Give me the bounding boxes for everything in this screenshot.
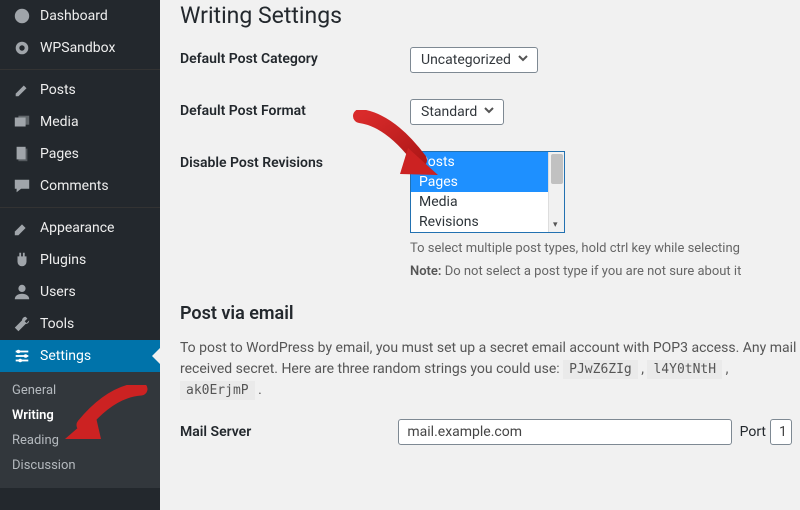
- listbox-scrollbar[interactable]: ▾: [548, 152, 564, 232]
- sidebar-item-comments[interactable]: Comments: [0, 170, 160, 202]
- help-text-note: Note: Do not select a post type if you a…: [410, 264, 741, 279]
- page-title: Writing Settings: [180, 2, 800, 29]
- submenu-label: General: [12, 383, 56, 398]
- submenu-label: Discussion: [12, 458, 76, 473]
- sidebar-item-users[interactable]: Users: [0, 276, 160, 308]
- sidebar-item-label: Pages: [40, 146, 79, 162]
- sidebar-item-label: WPSandbox: [40, 40, 115, 56]
- media-icon: [12, 113, 32, 131]
- sidebar-item-plugins[interactable]: Plugins: [0, 244, 160, 276]
- admin-sidebar: Dashboard WPSandbox Posts Media Pages Co…: [0, 0, 160, 510]
- pages-icon: [12, 145, 32, 163]
- sandbox-icon: [12, 39, 32, 57]
- email-desc-post: .: [255, 382, 262, 398]
- listbox-disable-revisions[interactable]: Posts Pages Media Revisions ▾: [410, 151, 565, 233]
- row-default-format: Default Post Format Standard: [180, 99, 800, 125]
- submenu-item-discussion[interactable]: Discussion: [0, 453, 160, 478]
- listbox-option-revisions[interactable]: Revisions: [411, 212, 564, 232]
- plugins-icon: [12, 251, 32, 269]
- settings-icon: [12, 347, 32, 365]
- main-content: Writing Settings Default Post Category U…: [160, 0, 800, 510]
- listbox-option-media[interactable]: Media: [411, 192, 564, 212]
- sidebar-item-label: Posts: [40, 82, 76, 98]
- sidebar-item-label: Dashboard: [40, 8, 108, 24]
- sidebar-item-dashboard[interactable]: Dashboard: [0, 0, 160, 32]
- sidebar-item-label: Plugins: [40, 252, 86, 268]
- select-value: Standard: [421, 104, 477, 120]
- listbox-option-pages[interactable]: Pages: [411, 172, 564, 192]
- sidebar-item-pages[interactable]: Pages: [0, 138, 160, 170]
- input-port[interactable]: 1: [770, 419, 792, 445]
- appearance-icon: [12, 219, 32, 237]
- sidebar-item-media[interactable]: Media: [0, 106, 160, 138]
- sidebar-item-label: Tools: [40, 316, 74, 332]
- email-code-3: ak0ErjmP: [180, 381, 255, 400]
- note-text: Do not select a post type if you are not…: [441, 264, 741, 279]
- comments-icon: [12, 177, 32, 195]
- email-code-1: PJwZ6ZIg: [563, 360, 638, 379]
- label-default-category: Default Post Category: [180, 47, 410, 67]
- section-heading-email: Post via email: [180, 303, 800, 324]
- sidebar-item-label: Media: [40, 114, 79, 130]
- note-label: Note:: [410, 264, 441, 279]
- email-code-2: l4Y0tNtH: [647, 360, 722, 379]
- listbox-option-posts[interactable]: Posts: [411, 152, 564, 172]
- scrollbar-thumb[interactable]: [551, 154, 563, 184]
- label-port: Port: [740, 424, 766, 440]
- chevron-down-icon: [517, 52, 529, 68]
- submenu-label: Reading: [12, 433, 59, 448]
- users-icon: [12, 283, 32, 301]
- row-default-category: Default Post Category Uncategorized: [180, 47, 800, 73]
- select-default-category[interactable]: Uncategorized: [410, 47, 538, 73]
- sidebar-item-settings[interactable]: Settings: [0, 340, 160, 372]
- chevron-down-icon: [483, 104, 495, 120]
- help-text-multiselect: To select multiple post types, hold ctrl…: [410, 241, 741, 256]
- row-mail-server: Mail Server mail.example.com Port 1: [180, 419, 800, 445]
- submenu-label: Writing: [12, 408, 54, 423]
- sidebar-item-label: Appearance: [40, 220, 114, 236]
- sidebar-item-label: Comments: [40, 178, 109, 194]
- label-default-format: Default Post Format: [180, 99, 410, 119]
- input-value: mail.example.com: [407, 424, 522, 440]
- tools-icon: [12, 315, 32, 333]
- scrollbar-down-arrow-icon[interactable]: ▾: [553, 220, 558, 230]
- dashboard-icon: [12, 7, 32, 25]
- settings-submenu: General Writing Reading Discussion: [0, 372, 160, 488]
- sidebar-item-appearance[interactable]: Appearance: [0, 212, 160, 244]
- sidebar-item-wpsandbox[interactable]: WPSandbox: [0, 32, 160, 64]
- submenu-item-writing[interactable]: Writing: [0, 403, 160, 428]
- sidebar-item-tools[interactable]: Tools: [0, 308, 160, 340]
- submenu-item-general[interactable]: General: [0, 378, 160, 403]
- sidebar-item-posts[interactable]: Posts: [0, 74, 160, 106]
- select-value: Uncategorized: [421, 52, 511, 68]
- posts-icon: [12, 81, 32, 99]
- email-description: To post to WordPress by email, you must …: [180, 338, 800, 401]
- sidebar-item-label: Settings: [40, 348, 91, 364]
- input-mail-server[interactable]: mail.example.com: [398, 419, 731, 445]
- label-mail-server: Mail Server: [180, 424, 398, 440]
- submenu-item-reading[interactable]: Reading: [0, 428, 160, 453]
- input-value: 1: [779, 424, 787, 440]
- label-disable-revisions: Disable Post Revisions: [180, 151, 410, 171]
- select-default-format[interactable]: Standard: [410, 99, 504, 125]
- sidebar-item-label: Users: [40, 284, 76, 300]
- row-disable-revisions: Disable Post Revisions Posts Pages Media…: [180, 151, 800, 279]
